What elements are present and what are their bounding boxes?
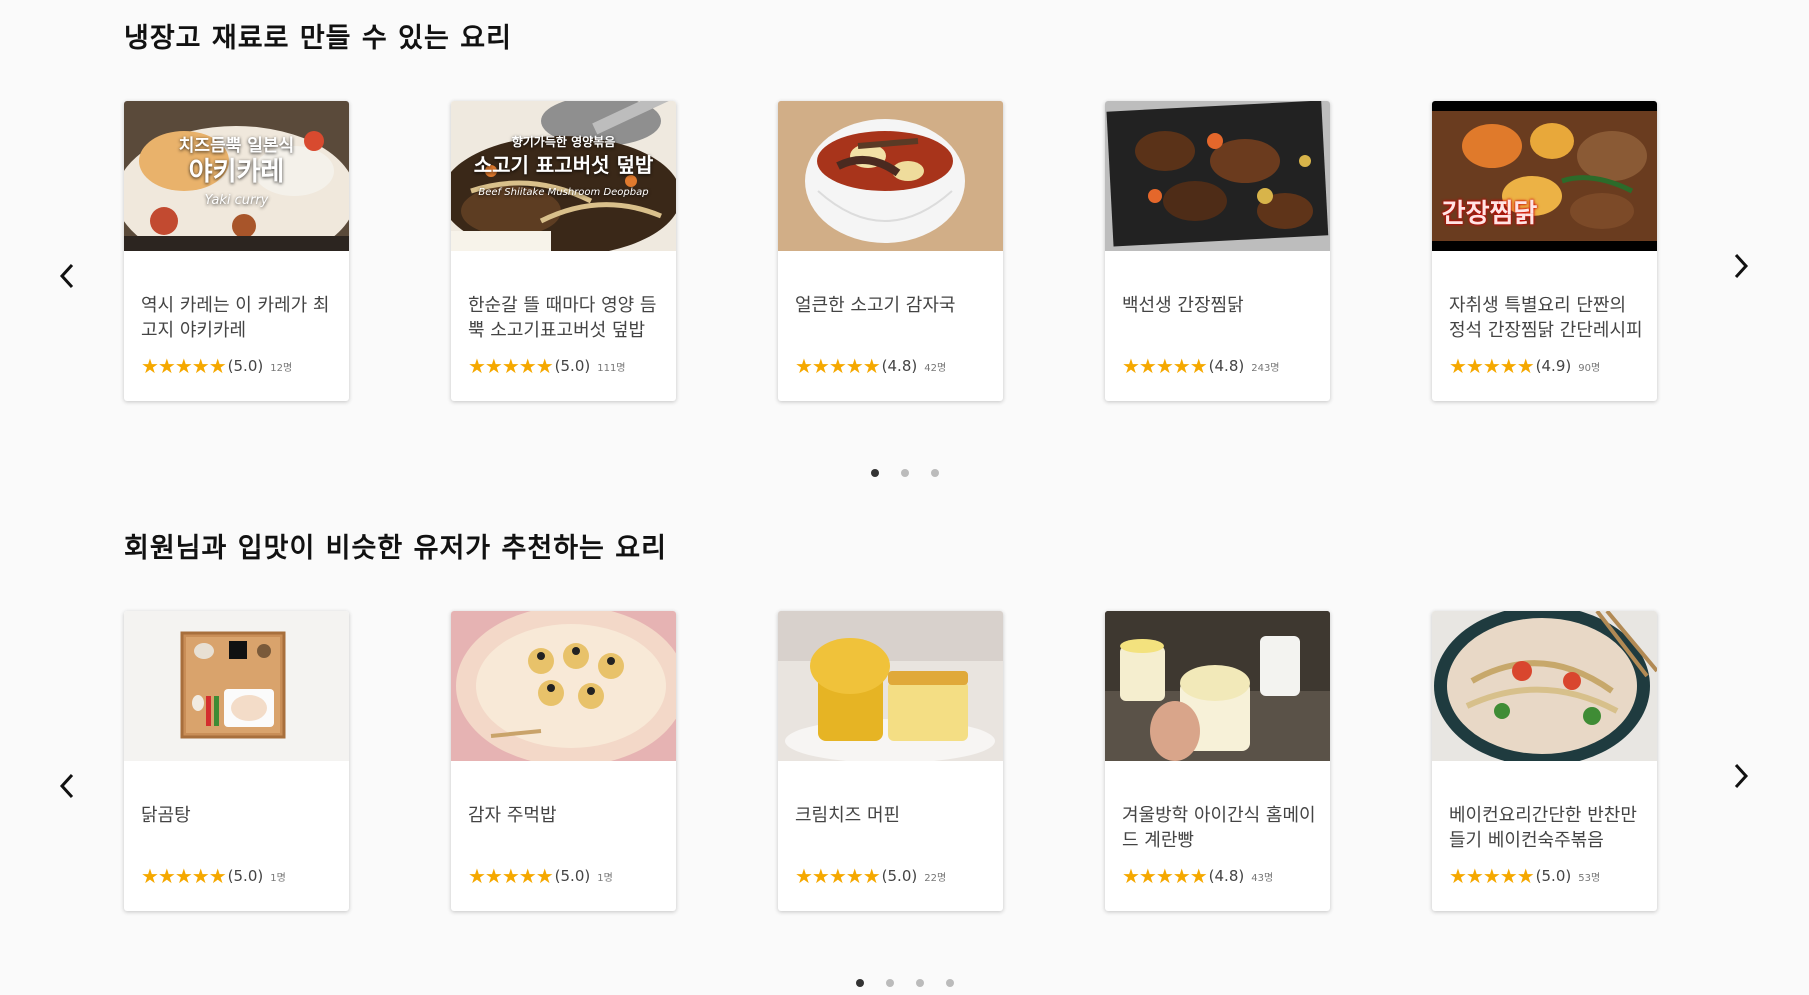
star-rating-icon: ★★★★★ <box>795 354 881 378</box>
recipe-rating: ★★★★★ (5.0) 22명 <box>795 865 946 887</box>
recipe-thumbnail[interactable] <box>451 611 676 761</box>
star-rating-icon: ★★★★★ <box>795 864 881 888</box>
recipe-thumbnail[interactable] <box>1105 611 1330 761</box>
pagination-dot[interactable] <box>946 979 954 987</box>
carousel-prev-button[interactable] <box>47 256 87 296</box>
recipe-thumbnail[interactable] <box>1432 611 1657 761</box>
chevron-left-icon <box>59 263 74 289</box>
recipe-title[interactable]: 얼큰한 소고기 감자국 <box>795 293 990 318</box>
carousel-next-button[interactable] <box>1721 756 1761 796</box>
recipe-title[interactable]: 베이컨요리간단한 반찬만들기 베이컨숙주볶음 <box>1449 803 1644 853</box>
recipe-thumbnail[interactable]: 간장찜닭 <box>1432 101 1657 251</box>
thumbnail-caption: 향기가득한 영양볶음 <box>511 135 616 149</box>
chevron-left-icon <box>59 773 74 799</box>
pagination-dot[interactable] <box>871 469 879 477</box>
chevron-right-icon <box>1734 253 1749 279</box>
rating-count: 1명 <box>270 872 286 884</box>
recipe-title[interactable]: 감자 주먹밥 <box>468 803 663 828</box>
recipe-title[interactable]: 크림치즈 머핀 <box>795 803 990 828</box>
thumbnail-caption: 간장찜닭 <box>1441 199 1538 229</box>
rating-count: 12명 <box>270 362 293 374</box>
recipe-rating: ★★★★★ (4.9) 90명 <box>1449 355 1600 377</box>
rating-score: (4.8) <box>1208 357 1245 375</box>
recipe-title[interactable]: 닭곰탕 <box>141 803 336 828</box>
recipe-thumbnail[interactable] <box>778 101 1003 251</box>
rating-count: 22명 <box>924 872 947 884</box>
recipe-card[interactable]: 겨울방학 아이간식 홈메이드 계란빵 ★★★★★ (4.8) 43명 <box>1105 611 1330 911</box>
rating-score: (5.0) <box>1535 867 1572 885</box>
recipe-rating: ★★★★★ (4.8) 42명 <box>795 355 946 377</box>
recipe-rating: ★★★★★ (5.0) 1명 <box>141 865 286 887</box>
recipe-rating: ★★★★★ (5.0) 53명 <box>1449 865 1600 887</box>
recipe-card[interactable]: 치즈듬뿍 일본식 야키카레 Yaki curry 역시 카레는 이 카레가 최고… <box>124 101 349 401</box>
recipe-thumbnail[interactable]: 치즈듬뿍 일본식 야키카레 Yaki curry <box>124 101 349 251</box>
recipe-rating: ★★★★★ (4.8) 43명 <box>1122 865 1273 887</box>
star-rating-icon: ★★★★★ <box>141 864 227 888</box>
recipe-card[interactable]: 간장찜닭 자취생 특별요리 단짠의 정석 간장찜닭 간단레시피 ★★★★★ (4… <box>1432 101 1657 401</box>
thumbnail-caption: 야키카레 <box>188 157 285 187</box>
recipe-card[interactable]: 감자 주먹밥 ★★★★★ (5.0) 1명 <box>451 611 676 911</box>
rating-score: (5.0) <box>554 867 591 885</box>
recipe-thumbnail[interactable] <box>778 611 1003 761</box>
carousel-pagination <box>0 977 1809 989</box>
star-rating-icon: ★★★★★ <box>468 354 554 378</box>
rating-score: (4.9) <box>1535 357 1572 375</box>
recipe-card[interactable]: 닭곰탕 ★★★★★ (5.0) 1명 <box>124 611 349 911</box>
recipe-title[interactable]: 겨울방학 아이간식 홈메이드 계란빵 <box>1122 803 1317 853</box>
recipe-rating: ★★★★★ (5.0) 111명 <box>468 355 626 377</box>
recipe-title[interactable]: 자취생 특별요리 단짠의 정석 간장찜닭 간단레시피 <box>1449 293 1644 343</box>
rating-count: 53명 <box>1578 872 1601 884</box>
thumbnail-caption: Beef Shiitake Mushroom Deopbap <box>478 187 649 198</box>
rating-score: (5.0) <box>881 867 918 885</box>
recipe-card[interactable]: 얼큰한 소고기 감자국 ★★★★★ (4.8) 42명 <box>778 101 1003 401</box>
recipe-rating: ★★★★★ (5.0) 1명 <box>468 865 613 887</box>
rating-count: 90명 <box>1578 362 1601 374</box>
recipe-card[interactable]: 베이컨요리간단한 반찬만들기 베이컨숙주볶음 ★★★★★ (5.0) 53명 <box>1432 611 1657 911</box>
carousel-prev-button[interactable] <box>47 766 87 806</box>
rating-score: (5.0) <box>227 357 264 375</box>
carousel-pagination <box>0 467 1809 479</box>
chevron-right-icon <box>1734 763 1749 789</box>
recipe-thumbnail[interactable] <box>1105 101 1330 251</box>
rating-score: (5.0) <box>227 867 264 885</box>
recipe-rating: ★★★★★ (4.8) 243명 <box>1122 355 1280 377</box>
recipe-rating: ★★★★★ (5.0) 12명 <box>141 355 292 377</box>
rating-count: 243명 <box>1251 362 1280 374</box>
rating-count: 111명 <box>597 362 626 374</box>
star-rating-icon: ★★★★★ <box>468 864 554 888</box>
recipe-carousel: 치즈듬뿍 일본식 야키카레 Yaki curry 역시 카레는 이 카레가 최고… <box>0 101 1809 401</box>
recipe-thumbnail[interactable]: 향기가득한 영양볶음 소고기 표고버섯 덮밥 Beef Shiitake Mus… <box>451 101 676 251</box>
recipe-card[interactable]: 크림치즈 머핀 ★★★★★ (5.0) 22명 <box>778 611 1003 911</box>
recipe-title[interactable]: 한순갈 뜰 때마다 영양 듬뿍 소고기표고버섯 덮밥 <box>468 293 663 343</box>
recipe-title[interactable]: 백선생 간장찜닭 <box>1122 293 1317 318</box>
thumbnail-caption: 소고기 표고버섯 덮밥 <box>473 153 654 177</box>
rating-score: (5.0) <box>554 357 591 375</box>
pagination-dot[interactable] <box>916 979 924 987</box>
thumbnail-caption: Yaki curry <box>204 193 269 208</box>
rating-count: 1명 <box>597 872 613 884</box>
recipe-card[interactable]: 향기가득한 영양볶음 소고기 표고버섯 덮밥 Beef Shiitake Mus… <box>451 101 676 401</box>
star-rating-icon: ★★★★★ <box>1122 354 1208 378</box>
star-rating-icon: ★★★★★ <box>1449 354 1535 378</box>
section-title: 회원님과 입맛이 비슷한 유저가 추천하는 요리 <box>124 533 667 564</box>
pagination-dot[interactable] <box>931 469 939 477</box>
section-title: 냉장고 재료로 만들 수 있는 요리 <box>124 23 512 54</box>
recipe-carousel: 닭곰탕 ★★★★★ (5.0) 1명 감자 주먹밥 ★★★★★ (5.0) 1명… <box>0 611 1809 911</box>
recipe-card[interactable]: 백선생 간장찜닭 ★★★★★ (4.8) 243명 <box>1105 101 1330 401</box>
recipe-title[interactable]: 역시 카레는 이 카레가 최고지 야키카레 <box>141 293 336 343</box>
recipe-thumbnail[interactable] <box>124 611 349 761</box>
rating-count: 43명 <box>1251 872 1274 884</box>
star-rating-icon: ★★★★★ <box>141 354 227 378</box>
rating-score: (4.8) <box>881 357 918 375</box>
pagination-dot[interactable] <box>886 979 894 987</box>
rating-count: 42명 <box>924 362 947 374</box>
pagination-dot[interactable] <box>856 979 864 987</box>
rating-score: (4.8) <box>1208 867 1245 885</box>
carousel-next-button[interactable] <box>1721 246 1761 286</box>
star-rating-icon: ★★★★★ <box>1122 864 1208 888</box>
star-rating-icon: ★★★★★ <box>1449 864 1535 888</box>
pagination-dot[interactable] <box>901 469 909 477</box>
